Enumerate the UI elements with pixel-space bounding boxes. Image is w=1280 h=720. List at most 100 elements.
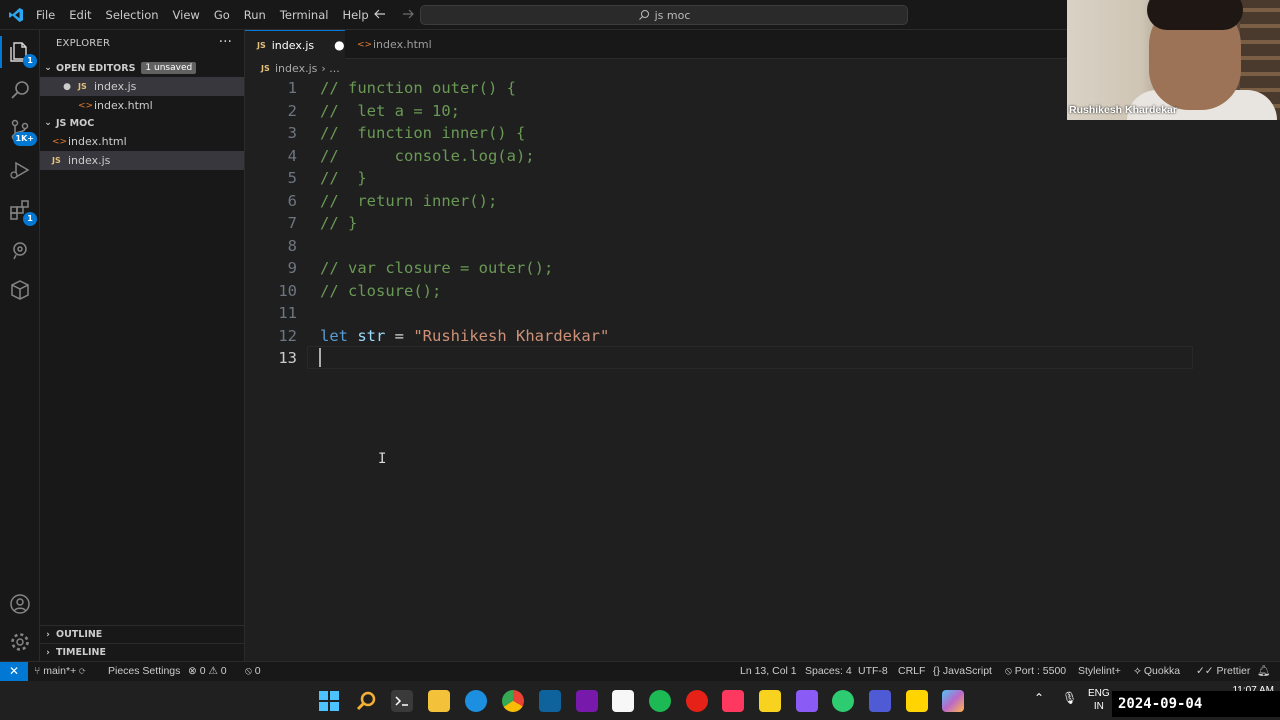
- accounts-icon[interactable]: [8, 592, 32, 616]
- code-line[interactable]: 13: [245, 347, 1280, 370]
- menu-help[interactable]: Help: [342, 8, 368, 22]
- copilot-taskbar-icon[interactable]: [942, 690, 964, 712]
- menu-terminal[interactable]: Terminal: [280, 8, 329, 22]
- forward-arrow-icon[interactable]: [400, 6, 416, 22]
- pieces-settings[interactable]: Pieces Settings: [108, 662, 180, 681]
- line-number: 11: [278, 304, 297, 322]
- vscode-taskbar-icon[interactable]: [539, 690, 561, 712]
- tab-index-html[interactable]: <> index.html: [345, 30, 445, 59]
- unsaved-dot-icon[interactable]: ●: [334, 38, 344, 52]
- menu-view[interactable]: View: [173, 8, 200, 22]
- js-file-icon: JS: [78, 82, 87, 91]
- notifications-bell-icon[interactable]: 🔔︎: [1257, 662, 1270, 681]
- stylelint-status[interactable]: Stylelint+: [1078, 662, 1121, 681]
- menu-selection[interactable]: Selection: [106, 8, 159, 22]
- line-number: 1: [287, 79, 297, 97]
- code-line[interactable]: 8: [245, 235, 1280, 258]
- breadcrumb-rest[interactable]: › ...: [321, 62, 339, 75]
- code-line[interactable]: 3 // function inner() {: [245, 122, 1280, 145]
- line-number: 10: [278, 281, 297, 300]
- edge-taskbar-icon[interactable]: [465, 690, 487, 712]
- app-blue-taskbar-icon[interactable]: [869, 690, 891, 712]
- explorer-badge: 1: [23, 54, 37, 68]
- menu-file[interactable]: File: [36, 8, 55, 22]
- extensions-icon[interactable]: 1: [8, 198, 37, 226]
- tree-item-index-html[interactable]: <> index.html: [40, 132, 244, 151]
- source-control-icon[interactable]: 1K+: [8, 118, 37, 146]
- ports-indicator[interactable]: ⦸ 0: [245, 662, 261, 681]
- remote-explorer-icon[interactable]: [8, 238, 32, 262]
- tab-index-js[interactable]: JS index.js ●: [245, 30, 345, 59]
- menu-run[interactable]: Run: [244, 8, 266, 22]
- code-text[interactable]: // function outer() {: [320, 77, 516, 100]
- explorer-more-actions[interactable]: ···: [219, 34, 232, 50]
- code-text[interactable]: // }: [320, 212, 357, 235]
- open-editors-header[interactable]: ⌄ OPEN EDITORS 1 unsaved: [40, 59, 245, 77]
- app-hexagon-taskbar-icon[interactable]: [722, 690, 744, 712]
- folder-header[interactable]: ⌄ JS MOC: [40, 114, 245, 132]
- code-line[interactable]: 6 // return inner();: [245, 190, 1280, 213]
- cursor-position[interactable]: Ln 13, Col 1: [740, 662, 797, 681]
- youtube-music-taskbar-icon[interactable]: [686, 690, 708, 712]
- explorer-icon[interactable]: 1: [0, 36, 37, 68]
- microphone-icon[interactable]: 🎙︎: [1062, 691, 1084, 713]
- tray-overflow-chevron-icon[interactable]: ⌃: [1034, 691, 1056, 713]
- status-bar: ✕ ⑂ main*+ ⟳ Pieces Settings ⊗ 0 ⚠ 0 ⦸ 0…: [0, 661, 1280, 681]
- menu-go[interactable]: Go: [214, 8, 230, 22]
- sticky-notes-taskbar-icon[interactable]: [906, 690, 928, 712]
- encoding[interactable]: UTF-8: [858, 662, 888, 681]
- run-debug-icon[interactable]: [8, 158, 32, 182]
- menu-edit[interactable]: Edit: [69, 8, 91, 22]
- code-text[interactable]: // }: [320, 167, 367, 190]
- unsaved-dot-icon[interactable]: ●: [62, 82, 72, 92]
- language-mode[interactable]: {} JavaScript: [933, 662, 992, 681]
- code-text[interactable]: // closure();: [320, 280, 441, 303]
- code-line[interactable]: 7 // }: [245, 212, 1280, 235]
- search-view-icon[interactable]: [8, 78, 32, 102]
- onenote-taskbar-icon[interactable]: [576, 690, 598, 712]
- code-text[interactable]: let str = "Rushikesh Khardekar": [320, 325, 609, 348]
- breadcrumb-file[interactable]: index.js: [275, 62, 317, 75]
- code-text[interactable]: // var closure = outer();: [320, 257, 553, 280]
- open-editor-index-js[interactable]: ● JS index.js: [40, 77, 244, 96]
- quokka-status[interactable]: ⟡ Quokka: [1134, 662, 1180, 681]
- code-text[interactable]: // return inner();: [320, 190, 497, 213]
- code-line[interactable]: 12 let str = "Rushikesh Khardekar": [245, 325, 1280, 348]
- indentation[interactable]: Spaces: 4: [805, 662, 852, 681]
- code-text[interactable]: // console.log(a);: [320, 145, 535, 168]
- chatgpt-taskbar-icon[interactable]: [832, 690, 854, 712]
- remote-indicator-icon[interactable]: ✕: [0, 662, 28, 681]
- code-text[interactable]: // let a = 10;: [320, 100, 460, 123]
- code-line[interactable]: 9 // var closure = outer();: [245, 257, 1280, 280]
- chrome-taskbar-icon[interactable]: [502, 690, 524, 712]
- back-arrow-icon[interactable]: [372, 6, 388, 22]
- app-yellow-taskbar-icon[interactable]: [759, 690, 781, 712]
- code-line[interactable]: 4 // console.log(a);: [245, 145, 1280, 168]
- pieces-icon[interactable]: [8, 278, 32, 302]
- app-purple-taskbar-icon[interactable]: [796, 690, 818, 712]
- terminal-taskbar-icon[interactable]: [391, 690, 413, 712]
- code-line[interactable]: 11: [245, 302, 1280, 325]
- code-editor[interactable]: I 1// function outer() {2// let a = 10; 3…: [245, 77, 1280, 661]
- notion-taskbar-icon[interactable]: [612, 690, 634, 712]
- problems-indicator[interactable]: ⊗ 0 ⚠ 0: [188, 662, 227, 681]
- command-center-search[interactable]: js moc: [420, 5, 908, 25]
- code-line[interactable]: 5 // }: [245, 167, 1280, 190]
- outline-header[interactable]: › OUTLINE: [40, 625, 245, 643]
- spotify-taskbar-icon[interactable]: [649, 690, 671, 712]
- timeline-header[interactable]: › TIMELINE: [40, 643, 245, 661]
- code-text[interactable]: // function inner() {: [320, 122, 525, 145]
- tree-item-index-js[interactable]: JS index.js: [40, 151, 244, 170]
- end-of-line[interactable]: CRLF: [898, 662, 925, 681]
- code-line[interactable]: 10 // closure();: [245, 280, 1280, 303]
- file-explorer-taskbar-icon[interactable]: [428, 690, 450, 712]
- search-taskbar-icon[interactable]: [355, 690, 377, 712]
- prettier-status[interactable]: ✓✓ Prettier: [1196, 662, 1250, 681]
- live-server-port[interactable]: ⦸ Port : 5500: [1005, 662, 1066, 681]
- line-number: 9: [287, 259, 297, 277]
- input-language[interactable]: ENG IN: [1088, 687, 1110, 713]
- open-editor-index-html[interactable]: <> index.html: [40, 96, 244, 115]
- windows-start-icon[interactable]: [318, 690, 340, 712]
- manage-gear-icon[interactable]: [8, 630, 32, 654]
- git-branch[interactable]: ⑂ main*+ ⟳: [34, 662, 85, 681]
